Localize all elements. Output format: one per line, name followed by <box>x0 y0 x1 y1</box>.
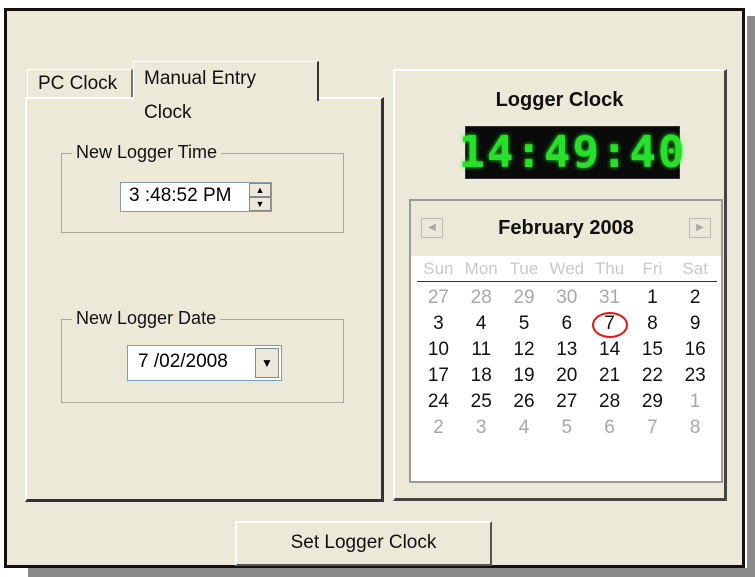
right-arrow-icon[interactable]: ▶ <box>689 218 711 238</box>
calendar-day[interactable]: 23 <box>674 363 717 389</box>
calendar-day[interactable]: 10 <box>417 337 460 363</box>
calendar-month-title[interactable]: February 2008 <box>411 217 721 240</box>
logger-clock-display: 14:49:40 <box>458 126 687 179</box>
calendar-week-row: 2345678 <box>417 415 717 441</box>
window-shadow-bottom <box>28 568 755 577</box>
calendar-day[interactable]: 28 <box>460 285 503 311</box>
weekday-label: Tue <box>509 259 539 278</box>
calendar-day[interactable]: 11 <box>460 337 503 363</box>
weekday-label: Sun <box>423 259 454 278</box>
calendar-day[interactable]: 25 <box>460 389 503 415</box>
calendar-day[interactable]: 19 <box>503 363 546 389</box>
new-logger-date-label: New Logger Date <box>72 308 221 329</box>
calendar-day[interactable]: 18 <box>460 363 503 389</box>
calendar-day[interactable]: 16 <box>674 337 717 363</box>
window-shadow-right <box>747 16 755 577</box>
new-logger-time-group: New Logger Time 3 :48:52 PM ▲ ▼ <box>61 142 344 233</box>
calendar-week-row: 10 11 12 13 14 15 16 <box>417 337 717 363</box>
weekday-label: Wed <box>549 259 585 278</box>
calendar-day[interactable]: 3 <box>417 311 460 337</box>
weekday-header: Sun Mon Tue Wed Thu Fri Sat <box>417 259 717 282</box>
chevron-down-icon[interactable]: ▼ <box>255 348 279 378</box>
calendar-day[interactable]: 28 <box>588 389 631 415</box>
calendar-day[interactable]: 20 <box>545 363 588 389</box>
calendar-day[interactable]: 5 <box>545 415 588 441</box>
calendar-day[interactable]: 4 <box>460 311 503 337</box>
calendar-day[interactable]: 31 <box>588 285 631 311</box>
calendar-day[interactable]: 24 <box>417 389 460 415</box>
tab-manual-entry-clock[interactable]: Manual Entry Clock <box>133 61 319 123</box>
calendar-day[interactable]: 1 <box>631 285 674 311</box>
time-spinner[interactable]: ▲ ▼ <box>249 183 271 211</box>
calendar-day[interactable]: 4 <box>503 415 546 441</box>
calendar-day[interactable]: 30 <box>545 285 588 311</box>
calendar-day[interactable]: 13 <box>545 337 588 363</box>
calendar-day[interactable]: 15 <box>631 337 674 363</box>
calendar-week-row: 27 28 29 30 31 1 2 <box>417 285 717 311</box>
calendar-day[interactable]: 6 <box>588 415 631 441</box>
calendar-day[interactable]: 2 <box>674 285 717 311</box>
logger-clock-window: PC Clock Manual Entry Clock New Logger T… <box>4 8 745 568</box>
calendar-day[interactable]: 5 <box>503 311 546 337</box>
weekday-label: Thu <box>594 259 625 278</box>
time-input[interactable]: 3 :48:52 PM ▲ ▼ <box>120 182 272 212</box>
calendar-day[interactable]: 27 <box>417 285 460 311</box>
calendar-day[interactable]: 1 <box>674 389 717 415</box>
calendar-day[interactable]: 12 <box>503 337 546 363</box>
date-picker[interactable]: 7 /02/2008 ▼ <box>127 345 282 381</box>
tab-pc-clock[interactable]: PC Clock <box>27 69 133 99</box>
calendar-day[interactable]: 21 <box>588 363 631 389</box>
weekday-label: Sat <box>682 259 708 278</box>
manual-entry-panel: New Logger Time 3 :48:52 PM ▲ ▼ New Logg… <box>25 97 384 502</box>
weekday-label: Fri <box>642 259 663 278</box>
new-logger-date-group: New Logger Date 7 /02/2008 ▼ <box>61 308 344 403</box>
spin-down-icon[interactable]: ▼ <box>249 197 271 211</box>
spin-up-icon[interactable]: ▲ <box>249 183 271 197</box>
calendar-day[interactable]: 3 <box>460 415 503 441</box>
calendar-day[interactable]: 29 <box>503 285 546 311</box>
logger-clock-panel: Logger Clock 14:49:40 ◀ February 2008 ▶ … <box>393 69 727 501</box>
calendar-days-grid: 27 28 29 30 31 1 2 3 4 5 6 7 8 9 10 11 12 13 14 15 16 17 18 19 2… <box>417 285 717 441</box>
calendar-day[interactable]: 8 <box>631 311 674 337</box>
time-value: 3 :48:52 PM <box>129 185 232 206</box>
calendar-day[interactable]: 27 <box>545 389 588 415</box>
calendar-day[interactable]: 26 <box>503 389 546 415</box>
calendar-week-row: 24 25 26 27 28 29 1 <box>417 389 717 415</box>
calendar-day[interactable]: 17 <box>417 363 460 389</box>
calendar-header: ◀ February 2008 ▶ <box>411 201 721 256</box>
calendar-day[interactable]: 2 <box>417 415 460 441</box>
calendar-day[interactable]: 22 <box>631 363 674 389</box>
calendar-week-row: 17 18 19 20 21 22 23 <box>417 363 717 389</box>
calendar-week-row: 3456789 <box>417 311 717 338</box>
logger-clock-title: Logger Clock <box>495 89 624 111</box>
calendar-day[interactable]: 29 <box>631 389 674 415</box>
weekday-label: Mon <box>464 259 498 278</box>
calendar-day[interactable]: 6 <box>545 311 588 337</box>
calendar-day[interactable]: 7 <box>631 415 674 441</box>
set-logger-clock-button[interactable]: Set Logger Clock <box>235 521 492 566</box>
new-logger-time-label: New Logger Time <box>72 142 222 163</box>
calendar-day[interactable]: 7 <box>588 311 631 338</box>
calendar-day[interactable]: 14 <box>588 337 631 363</box>
calendar-day[interactable]: 9 <box>674 311 717 337</box>
calendar: ◀ February 2008 ▶ Sun Mon Tue Wed Thu Fri Sat … <box>409 199 723 483</box>
date-value: 7 /02/2008 <box>138 351 228 372</box>
calendar-day[interactable]: 8 <box>674 415 717 441</box>
